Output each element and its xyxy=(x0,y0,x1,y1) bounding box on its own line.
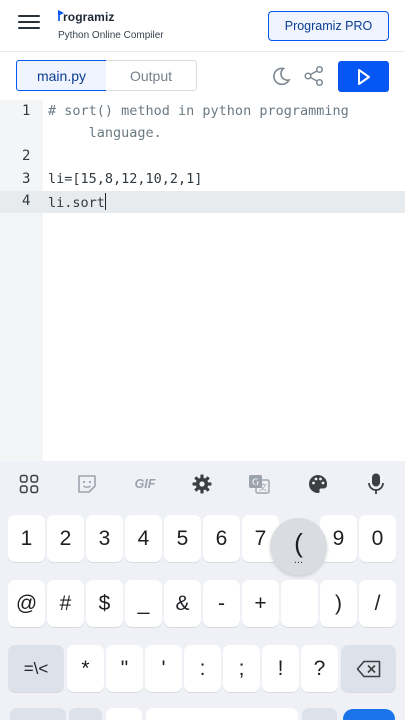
palette-icon[interactable] xyxy=(305,471,331,497)
key-asterisk[interactable]: * xyxy=(67,645,104,692)
key-dollar[interactable]: $ xyxy=(86,580,123,627)
moon-icon[interactable] xyxy=(270,65,292,87)
key-period-partial[interactable] xyxy=(302,708,337,720)
settings-icon[interactable] xyxy=(189,471,215,497)
programiz-pro-button[interactable]: Programiz PRO xyxy=(268,11,389,41)
key-exclamation[interactable]: ! xyxy=(262,645,299,692)
key-close-paren[interactable]: ) xyxy=(320,580,357,627)
line-number: 3 xyxy=(22,171,31,187)
text-caret xyxy=(104,193,107,210)
backspace-key[interactable] xyxy=(341,645,396,692)
key-6[interactable]: 6 xyxy=(203,515,240,562)
key-comma-partial[interactable] xyxy=(69,708,102,720)
sticker-icon[interactable] xyxy=(74,471,100,497)
line-number: 2 xyxy=(22,148,31,164)
gif-button[interactable]: GIF xyxy=(131,471,159,497)
key-0[interactable]: 0 xyxy=(359,515,396,562)
key-question[interactable]: ? xyxy=(301,645,338,692)
apps-grid-icon[interactable] xyxy=(16,471,42,497)
key-hash[interactable]: # xyxy=(47,580,84,627)
key-preview-popup: ( ... xyxy=(270,518,327,575)
microphone-icon[interactable] xyxy=(363,471,389,497)
app-header: rogramiz Python Online Compiler Programi… xyxy=(0,0,405,52)
key-at[interactable]: @ xyxy=(8,580,45,627)
line-number: 1 xyxy=(22,103,31,119)
key-4[interactable]: 4 xyxy=(125,515,162,562)
run-play-icon xyxy=(357,68,370,85)
compiler-subtitle: Python Online Compiler xyxy=(58,30,164,41)
key-3[interactable]: 3 xyxy=(86,515,123,562)
key-slash[interactable]: / xyxy=(359,580,396,627)
code-line-active: li.sort xyxy=(48,193,107,211)
key-colon[interactable]: : xyxy=(184,645,221,692)
enter-key-partial[interactable] xyxy=(343,709,395,720)
translate-icon[interactable]: G 文 xyxy=(246,471,272,497)
popup-more-dots: ... xyxy=(293,553,304,566)
space-key-partial[interactable] xyxy=(146,708,298,720)
key-2[interactable]: 2 xyxy=(47,515,84,562)
run-button[interactable] xyxy=(338,61,389,92)
code-text: li.sort xyxy=(48,195,105,211)
key-1[interactable]: 1 xyxy=(8,515,45,562)
tab-main-py[interactable]: main.py xyxy=(16,60,107,91)
key-semicolon[interactable]: ; xyxy=(223,645,260,692)
code-line: li=[15,8,12,10,2,1] xyxy=(48,171,203,187)
tab-output[interactable]: Output xyxy=(106,60,197,91)
programiz-logo[interactable]: rogramiz Python Online Compiler xyxy=(57,6,197,46)
key-minus[interactable]: - xyxy=(203,580,240,627)
key-single-quote[interactable]: ' xyxy=(145,645,182,692)
backspace-icon xyxy=(356,660,380,677)
key-more-symbols[interactable]: =\< xyxy=(8,645,64,692)
share-icon[interactable] xyxy=(303,65,325,87)
code-line: # sort() method in python programming xyxy=(48,103,349,119)
key-ampersand[interactable]: & xyxy=(164,580,201,627)
key-5[interactable]: 5 xyxy=(164,515,201,562)
svg-text:文: 文 xyxy=(259,482,267,492)
line-number: 4 xyxy=(22,193,31,209)
key-underscore[interactable]: _ xyxy=(125,580,162,627)
key-plus[interactable]: + xyxy=(242,580,279,627)
logo-text: rogramiz xyxy=(63,10,115,24)
key-open-paren-pressed[interactable] xyxy=(281,580,318,627)
menu-icon[interactable] xyxy=(18,13,40,31)
key-double-quote[interactable]: " xyxy=(106,645,143,692)
code-editor[interactable]: 1 # sort() method in python programming … xyxy=(0,100,405,461)
code-line-wrap: language. xyxy=(48,125,162,141)
popup-char: ( xyxy=(294,527,303,558)
key-abc-partial[interactable] xyxy=(10,708,66,720)
key-partial[interactable] xyxy=(106,708,142,720)
